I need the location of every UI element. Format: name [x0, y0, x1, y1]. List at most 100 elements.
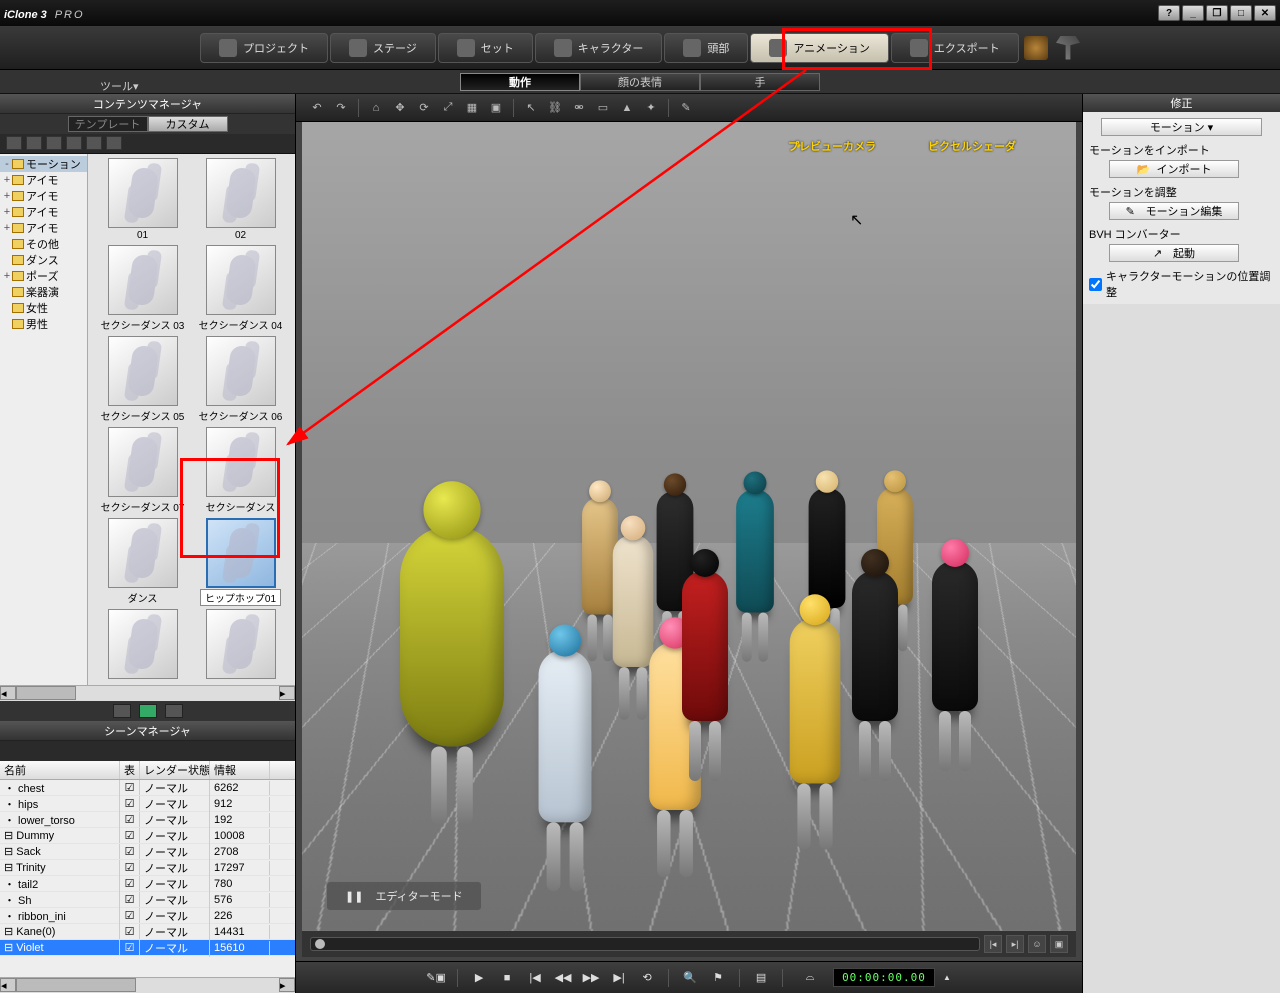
timeline[interactable]: |◂ ▸| ☺ ▣ [302, 931, 1076, 957]
tool-menu[interactable]: ツール▾ [100, 78, 139, 94]
tree-expander-icon[interactable] [2, 286, 12, 298]
col-name[interactable]: 名前 [0, 761, 120, 779]
go-end-icon[interactable]: ▶| [608, 968, 630, 988]
sub-tab-0[interactable]: 動作 [460, 73, 580, 91]
apply-icon[interactable] [165, 704, 183, 718]
sub-tab-2[interactable]: 手 [700, 73, 820, 91]
cm-tab-1[interactable]: カスタム [148, 116, 228, 132]
cm-tool-icon[interactable] [46, 136, 62, 150]
tree-item[interactable]: 男性 [0, 316, 87, 332]
thumb-item[interactable]: 01 [98, 158, 188, 241]
tree-expander-icon[interactable]: - [2, 158, 12, 170]
camera-seq-icon[interactable]: ⌓ [793, 968, 827, 988]
snap-icon[interactable]: ▭ [594, 99, 612, 117]
loop-icon[interactable]: ⟲ [636, 968, 658, 988]
tl-actor-icon[interactable]: ☺ [1028, 935, 1046, 953]
thumb-item[interactable]: セクシーダンス 05 [98, 336, 188, 423]
tree-expander-icon[interactable]: + [2, 206, 12, 218]
tree-expander-icon[interactable] [2, 302, 12, 314]
treasure-icon[interactable] [1024, 36, 1048, 60]
row-visible-checkbox[interactable]: ☑ [120, 908, 140, 923]
position-adjust-checkbox[interactable]: キャラクターモーションの位置調整 [1089, 268, 1274, 300]
terrain-icon[interactable]: ▲ [618, 99, 636, 117]
close-button[interactable]: ✕ [1254, 5, 1276, 21]
thumb-item[interactable]: セクシーダンス 07 [98, 427, 188, 514]
preview-camera-label[interactable]: プレビューカメラ [788, 138, 876, 154]
tree-expander-icon[interactable]: + [2, 190, 12, 202]
rewind-icon[interactable]: ◀◀ [552, 968, 574, 988]
motion-category-dropdown[interactable]: モーション ▾ [1101, 118, 1262, 136]
delete-icon[interactable] [113, 704, 131, 718]
main-tab-6[interactable]: エクスポート [891, 33, 1019, 63]
cm-tool-icon[interactable] [66, 136, 82, 150]
camera-icon[interactable]: ▦ [463, 99, 481, 117]
tree-expander-icon[interactable] [2, 254, 12, 266]
tree-expander-icon[interactable]: + [2, 222, 12, 234]
hammer-icon[interactable] [1056, 36, 1080, 60]
row-visible-checkbox[interactable]: ☑ [120, 844, 140, 859]
timecode-up-icon[interactable]: ▲ [941, 968, 953, 988]
scene-h-scrollbar[interactable]: ◂▸ [0, 977, 295, 993]
redo-icon[interactable]: ↷ [332, 99, 350, 117]
zoom-time-icon[interactable]: 🔍 [679, 968, 701, 988]
frame-icon[interactable]: ▣ [487, 99, 505, 117]
thumb-item[interactable] [196, 609, 286, 681]
main-tab-5[interactable]: アニメーション [750, 33, 889, 63]
paint-icon[interactable]: ✎ [677, 99, 695, 117]
tree-item[interactable]: +アイモ [0, 204, 87, 220]
tree-item[interactable]: 楽器演 [0, 284, 87, 300]
main-tab-2[interactable]: セット [438, 33, 533, 63]
tl-next-icon[interactable]: ▸| [1006, 935, 1024, 953]
row-visible-checkbox[interactable]: ☑ [120, 924, 140, 939]
forward-icon[interactable]: ▶▶ [580, 968, 602, 988]
row-visible-checkbox[interactable]: ☑ [120, 876, 140, 891]
tree-item[interactable]: ダンス [0, 252, 87, 268]
row-visible-checkbox[interactable]: ☑ [120, 812, 140, 827]
position-adjust-input[interactable] [1089, 278, 1102, 291]
tree-item[interactable]: +アイモ [0, 220, 87, 236]
tree-item[interactable]: 女性 [0, 300, 87, 316]
col-visible[interactable]: 表 [120, 761, 140, 779]
link-icon[interactable]: ⛓ [546, 99, 564, 117]
row-visible-checkbox[interactable]: ☑ [120, 828, 140, 843]
cm-tab-0[interactable]: テンプレート [68, 116, 148, 132]
maximize-button[interactable]: □ [1230, 5, 1252, 21]
row-visible-checkbox[interactable]: ☑ [120, 860, 140, 875]
tree-item[interactable]: +ポーズ [0, 268, 87, 284]
scene-row[interactable]: ⊟ Violet☑ノーマル15610 [0, 940, 295, 956]
stop-icon[interactable]: ■ [496, 968, 518, 988]
cm-tool-icon[interactable] [26, 136, 42, 150]
particle-icon[interactable]: ✦ [642, 99, 660, 117]
row-visible-checkbox[interactable]: ☑ [120, 796, 140, 811]
thumb-item[interactable]: セクシーダンス 04 [196, 245, 286, 332]
main-tab-0[interactable]: プロジェクト [200, 33, 328, 63]
thumb-item[interactable]: セクシーダンス [196, 427, 286, 514]
restore-button[interactable]: ❐ [1206, 5, 1228, 21]
main-tab-3[interactable]: キャラクター [535, 33, 663, 63]
pixel-shader-label[interactable]: ピクセルシェーダ [928, 138, 1016, 154]
home-icon[interactable]: ⌂ [367, 99, 385, 117]
thumb-item[interactable]: ヒップホップ01 [196, 518, 286, 605]
col-info[interactable]: 情報 [210, 761, 270, 779]
minimize-button[interactable]: _ [1182, 5, 1204, 21]
tl-prev-icon[interactable]: |◂ [984, 935, 1002, 953]
thumb-item[interactable]: 02 [196, 158, 286, 241]
tree-expander-icon[interactable]: + [2, 174, 12, 186]
cm-tool-icon[interactable] [86, 136, 102, 150]
rotate-icon[interactable]: ⟳ [415, 99, 433, 117]
row-visible-checkbox[interactable]: ☑ [120, 892, 140, 907]
thumb-item[interactable]: セクシーダンス 06 [196, 336, 286, 423]
bvh-launch-button[interactable]: ↗起動 [1109, 244, 1239, 262]
col-render[interactable]: レンダー状態 [140, 761, 210, 779]
tree-item[interactable]: その他 [0, 236, 87, 252]
timeline-track[interactable] [310, 937, 980, 951]
tree-item[interactable]: -モーション [0, 156, 87, 172]
tree-expander-icon[interactable]: + [2, 270, 12, 282]
thumb-item[interactable]: ダンス [98, 518, 188, 605]
record-icon[interactable]: ✎▣ [425, 968, 447, 988]
cm-tool-icon[interactable] [6, 136, 22, 150]
main-tab-1[interactable]: ステージ [330, 33, 436, 63]
play-icon[interactable]: ▶ [468, 968, 490, 988]
dopesheet-icon[interactable]: ▤ [750, 968, 772, 988]
tl-cam-icon[interactable]: ▣ [1050, 935, 1068, 953]
